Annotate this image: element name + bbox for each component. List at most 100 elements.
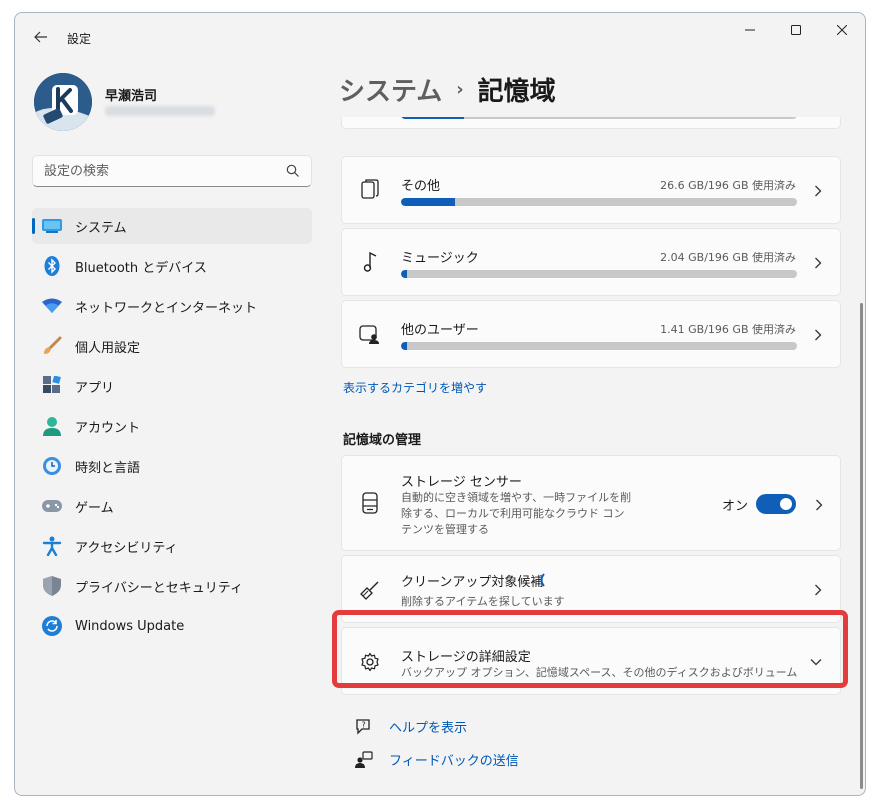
profile-name: 早瀬浩司	[105, 89, 158, 104]
usage-bar-fill	[401, 270, 407, 278]
storage-category-other[interactable]: その他 26.6 GB/196 GB 使用済み	[341, 156, 841, 224]
close-button[interactable]	[819, 13, 865, 47]
sidebar-item-label: Bluetooth とデバイス	[75, 260, 207, 276]
minimize-button[interactable]	[727, 13, 773, 47]
section-title-storage-management: 記憶域の管理	[343, 433, 422, 448]
storage-sense-title: ストレージ センサー	[401, 475, 522, 490]
accessibility-icon	[42, 536, 62, 556]
search-input[interactable]	[33, 156, 273, 186]
sidebar-item-network[interactable]: ネットワークとインターネット	[32, 288, 312, 324]
usage-bar	[401, 270, 797, 278]
broom-icon	[359, 579, 381, 601]
shield-icon	[42, 576, 62, 596]
category-label: その他	[401, 179, 441, 194]
sidebar-item-label: プライバシーとセキュリティ	[75, 580, 243, 596]
sidebar-item-label: アクセシビリティ	[75, 540, 178, 556]
help-link-label: ヘルプを表示	[389, 721, 468, 736]
maximize-icon	[791, 25, 801, 35]
chevron-right-icon	[812, 185, 824, 197]
avatar[interactable]	[34, 73, 92, 131]
storage-sense-card[interactable]: ストレージ センサー 自動的に空き領域を増やす、一時ファイルを削除する、ローカル…	[341, 455, 841, 551]
chevron-right-icon	[812, 329, 824, 341]
bluetooth-icon	[42, 256, 62, 276]
breadcrumb-separator: ›	[456, 79, 464, 100]
usage-bar-fill	[401, 117, 465, 119]
usage-bar	[401, 342, 797, 350]
help-icon: ?	[355, 718, 373, 736]
gamepad-icon	[42, 496, 62, 516]
breadcrumb: システム › 記憶域	[339, 71, 556, 108]
wifi-icon	[42, 296, 62, 316]
cleanup-title: クリーンアップ対象候補	[401, 575, 544, 590]
chevron-right-icon	[816, 499, 823, 511]
sidebar-item-label: システム	[75, 220, 127, 236]
sidebar-item-apps[interactable]: アプリ	[32, 368, 312, 404]
page-title: 記憶域	[477, 77, 556, 107]
category-label: ミュージック	[401, 251, 479, 266]
feedback-link[interactable]: フィードバックの送信	[355, 750, 519, 769]
usage-bar	[401, 198, 797, 206]
highlight-annotation	[332, 610, 848, 688]
window-title: 設定	[67, 32, 92, 46]
title-bar: 設定	[15, 13, 865, 59]
sidebar-item-label: ネットワークとインターネット	[75, 300, 258, 316]
toggle-knob	[780, 498, 792, 510]
help-link[interactable]: ? ヘルプを表示	[355, 717, 467, 736]
account-icon	[42, 416, 62, 436]
svg-text:?: ?	[362, 720, 366, 729]
storage-category-card-partial[interactable]	[341, 117, 841, 129]
sidebar-item-bluetooth[interactable]: Bluetooth とデバイス	[32, 248, 312, 284]
category-usage: 2.04 GB/196 GB 使用済み	[660, 251, 796, 264]
storage-sense-chevron-button[interactable]	[813, 499, 825, 511]
music-note-icon	[359, 251, 381, 273]
category-usage: 26.6 GB/196 GB 使用済み	[660, 179, 796, 192]
sidebar-item-label: ゲーム	[75, 500, 114, 516]
sidebar-item-gaming[interactable]: ゲーム	[32, 488, 312, 524]
scrollbar[interactable]	[860, 303, 863, 789]
selected-indicator	[32, 218, 35, 234]
cleanup-description: 削除するアイテムを探しています	[401, 595, 565, 608]
sidebar-item-time-language[interactable]: 時刻と言語	[32, 448, 312, 484]
chevron-right-icon	[812, 257, 824, 269]
back-button[interactable]	[29, 25, 53, 49]
sidebar-item-accessibility[interactable]: アクセシビリティ	[32, 528, 312, 564]
document-icon	[359, 179, 381, 201]
maximize-button[interactable]	[773, 13, 819, 47]
usage-bar	[401, 117, 797, 119]
storage-content: その他 26.6 GB/196 GB 使用済み ミュージック 2.04 GB/1…	[341, 117, 841, 795]
sidebar-item-system[interactable]: システム	[32, 208, 312, 244]
sidebar-item-label: Windows Update	[75, 618, 185, 634]
sidebar-item-label: 個人用設定	[75, 340, 141, 356]
storage-category-other-users[interactable]: 他のユーザー 1.41 GB/196 GB 使用済み	[341, 300, 841, 368]
feedback-icon	[355, 750, 373, 769]
profile-email-redacted	[105, 106, 215, 116]
storage-sense-toggle[interactable]	[756, 494, 796, 514]
clock-globe-icon	[42, 456, 62, 476]
storage-drive-icon	[359, 492, 381, 514]
avatar-logo-icon	[34, 73, 92, 131]
breadcrumb-parent[interactable]: システム	[339, 71, 442, 108]
feedback-link-label: フィードバックの送信	[389, 754, 519, 769]
storage-category-music[interactable]: ミュージック 2.04 GB/196 GB 使用済み	[341, 228, 841, 296]
category-label: 他のユーザー	[401, 323, 479, 338]
show-more-categories-link[interactable]: 表示するカテゴリを増やす	[343, 379, 487, 396]
toggle-state-label: オン	[722, 499, 749, 514]
search-box	[32, 155, 312, 187]
sidebar-item-label: アカウント	[75, 420, 141, 436]
apps-icon	[42, 376, 62, 396]
back-arrow-icon	[34, 31, 47, 43]
loading-spinner-icon	[540, 573, 545, 587]
sidebar-item-personalization[interactable]: 個人用設定	[32, 328, 312, 364]
close-icon	[837, 25, 847, 35]
brush-icon	[42, 336, 62, 356]
system-icon	[42, 216, 62, 236]
search-icon[interactable]	[286, 164, 300, 178]
sidebar-item-privacy[interactable]: プライバシーとセキュリティ	[32, 568, 312, 604]
other-users-icon	[359, 323, 381, 345]
sidebar-item-accounts[interactable]: アカウント	[32, 408, 312, 444]
sidebar-item-windows-update[interactable]: Windows Update	[32, 608, 312, 644]
sidebar-item-label: 時刻と言語	[75, 460, 141, 476]
usage-bar-fill	[401, 198, 455, 206]
sidebar-nav: システム Bluetooth とデバイス ネットワークとインターネット 個人用設…	[32, 208, 312, 648]
minimize-icon	[745, 29, 755, 31]
